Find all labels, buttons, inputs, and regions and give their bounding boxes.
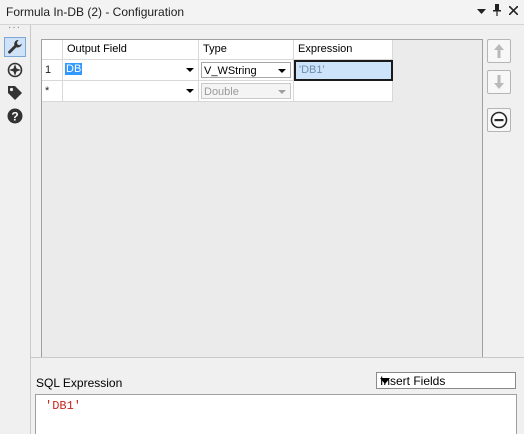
formula-panel: Output Field Type Expression 1 DB V_WStr…: [31, 25, 524, 357]
sidebar-tab-configuration[interactable]: [4, 37, 26, 57]
column-header-output-field[interactable]: Output Field: [63, 40, 199, 60]
minus-circle-icon: [490, 111, 508, 129]
move-up-button[interactable]: [487, 39, 511, 63]
output-field-value: DB: [65, 63, 83, 75]
expression-cell[interactable]: 'DB1': [294, 60, 393, 81]
grid-corner: [42, 40, 63, 60]
arrow-down-icon: [494, 75, 504, 89]
expression-value: 'DB1': [299, 64, 325, 76]
sql-expression-editor[interactable]: 'DB1': [35, 394, 517, 434]
close-button[interactable]: [506, 4, 520, 18]
type-value: V_WString: [204, 65, 257, 77]
new-output-field-dropdown[interactable]: [63, 81, 199, 102]
sidebar-tab-annotation[interactable]: [4, 83, 26, 103]
output-field-dropdown[interactable]: DB: [63, 60, 199, 81]
sql-expression-text: 'DB1': [45, 399, 82, 413]
formula-grid: Output Field Type Expression 1 DB V_WStr…: [41, 39, 483, 357]
chevron-down-icon: [278, 69, 286, 73]
column-header-expression[interactable]: Expression: [294, 40, 393, 60]
tag-icon: [8, 86, 22, 100]
sidebar-tab-layout[interactable]: [4, 60, 26, 80]
sidebar-tab-help[interactable]: ?: [4, 106, 26, 126]
dropdown-menu-button[interactable]: [474, 4, 488, 18]
window-title: Formula In-DB (2) - Configuration: [6, 5, 185, 19]
type-dropdown[interactable]: V_WString: [199, 60, 294, 81]
remove-expression-button[interactable]: [487, 108, 511, 132]
close-icon: [507, 5, 519, 16]
panel-divider: [31, 357, 524, 358]
move-down-button[interactable]: [487, 70, 511, 94]
insert-fields-dropdown[interactable]: Insert Fields: [376, 372, 516, 389]
row-number: 1: [42, 60, 63, 81]
pin-icon: [493, 4, 501, 16]
title-bar: Formula In-DB (2) - Configuration: [0, 0, 524, 25]
chevron-down-icon: [380, 378, 390, 384]
row-number: *: [42, 81, 63, 102]
chevron-down-icon: [186, 89, 194, 93]
arrow-up-icon: [494, 44, 504, 58]
config-sidebar: ··· ?: [0, 22, 30, 434]
wrench-icon: [8, 40, 22, 54]
chevron-down-icon: [476, 9, 486, 14]
chevron-down-icon: [278, 90, 286, 94]
target-icon: [7, 62, 23, 78]
new-expression-cell[interactable]: [294, 81, 393, 102]
chevron-down-icon: [186, 68, 194, 72]
column-header-type[interactable]: Type: [199, 40, 294, 60]
new-type-dropdown[interactable]: Double: [199, 81, 294, 102]
svg-text:?: ?: [11, 110, 18, 124]
sql-expression-label: SQL Expression: [36, 376, 123, 390]
pin-button[interactable]: [490, 4, 504, 19]
help-icon: ?: [7, 108, 23, 124]
grip-dots: ···: [8, 22, 21, 33]
